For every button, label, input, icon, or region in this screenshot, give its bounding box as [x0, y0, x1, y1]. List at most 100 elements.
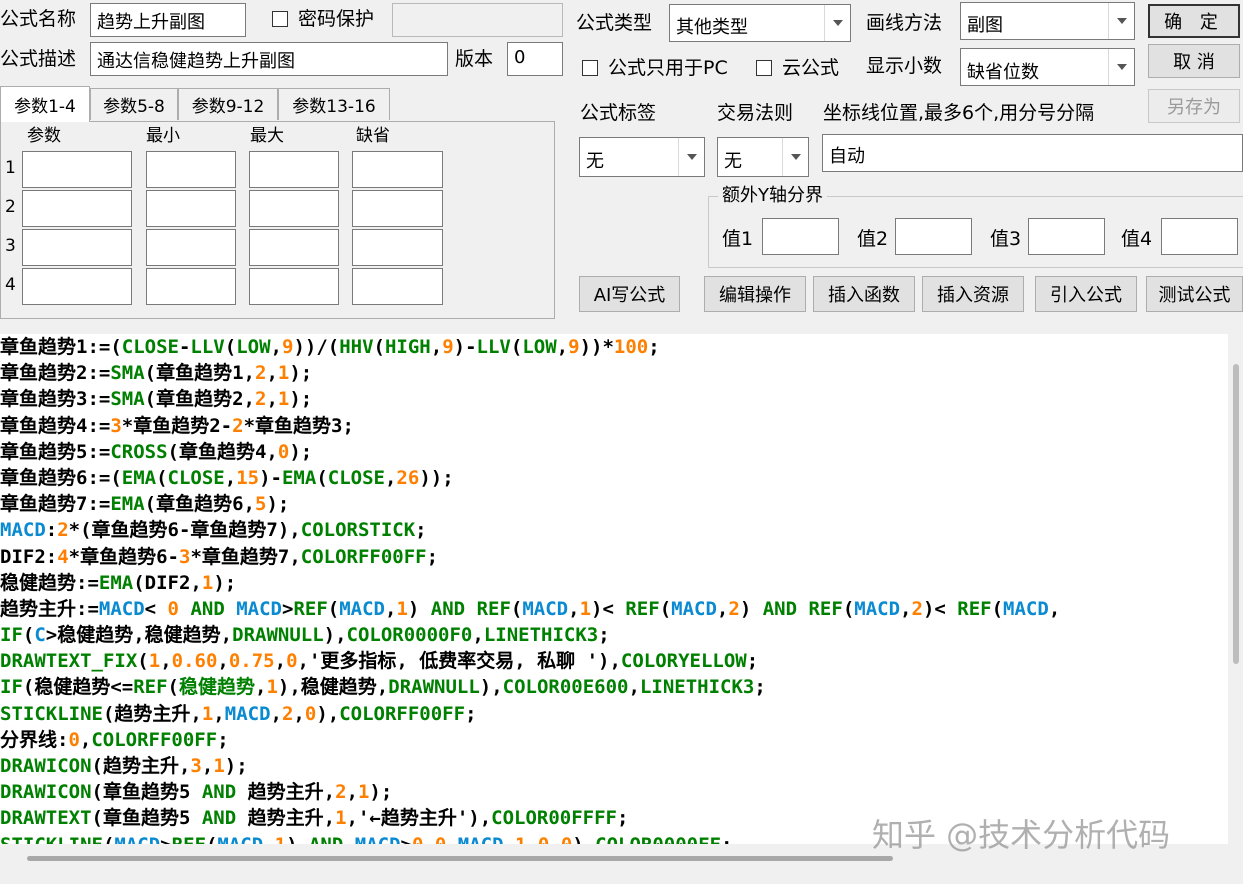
formula-type-select[interactable]: 其他类型	[669, 4, 851, 42]
cancel-button[interactable]: 取 消	[1148, 44, 1240, 78]
code-line[interactable]: 章鱼趋势4:=3*章鱼趋势2-2*章鱼趋势3;	[0, 413, 1228, 439]
ai-formula-button[interactable]: AI写公式	[579, 276, 680, 312]
code-line[interactable]: DRAWICON(趋势主升,3,1);	[0, 753, 1228, 779]
y-value-3-input[interactable]	[1028, 218, 1105, 255]
code-token: 章鱼趋势4:=	[0, 414, 111, 437]
y-value-2-input[interactable]	[895, 218, 972, 255]
code-token: 章鱼趋势1:=(	[0, 336, 122, 358]
code-token: 稳健趋势:=	[0, 571, 99, 594]
param-min-input[interactable]	[146, 151, 236, 188]
code-token: LOW	[236, 336, 271, 358]
pc-only-label: 公式只用于PC	[608, 57, 728, 79]
password-input[interactable]	[392, 3, 563, 37]
code-token: 1	[357, 781, 370, 804]
horizontal-scrollbar-thumb[interactable]	[27, 856, 893, 861]
code-token: ,	[201, 755, 214, 777]
code-line[interactable]: MACD:2*(章鱼趋势6-章鱼趋势7),COLORSTICK;	[0, 517, 1228, 543]
ok-button[interactable]: 确 定	[1148, 4, 1240, 38]
code-line[interactable]: 章鱼趋势3:=SMA(章鱼趋势2,2,1);	[0, 386, 1228, 412]
decimal-select[interactable]: 缺省位数	[960, 48, 1135, 86]
param-name-input[interactable]	[22, 268, 132, 305]
vertical-scrollbar-thumb[interactable]	[1233, 364, 1239, 664]
extra-y-axis-title: 额外Y轴分界	[718, 187, 827, 205]
code-token: ,	[274, 650, 287, 673]
code-token: 3	[110, 414, 122, 437]
code-line[interactable]: IF(稳健趋势<=REF(稳健趋势,1),稳健趋势,DRAWNULL),COLO…	[0, 674, 1228, 700]
code-token: 2	[281, 702, 294, 725]
code-line[interactable]: 章鱼趋势7:=EMA(章鱼趋势6,5);	[0, 491, 1228, 517]
code-line[interactable]: 分界线:0,COLORFF00FF;	[0, 727, 1228, 753]
param-name-input[interactable]	[22, 190, 132, 227]
code-token: ,	[423, 834, 434, 844]
code-token: DRAWICON	[0, 781, 92, 804]
param-max-input[interactable]	[249, 190, 339, 227]
tab-params-13-16[interactable]: 参数13-16	[278, 88, 390, 120]
param-max-input[interactable]	[249, 151, 339, 188]
code-token: 0	[277, 440, 290, 463]
test-formula-button[interactable]: 测试公式	[1146, 276, 1243, 312]
param-max-input[interactable]	[249, 229, 339, 266]
code-token: (稳健趋势<=	[22, 676, 134, 699]
code-token: 趋势主升,	[236, 781, 336, 804]
draw-method-select[interactable]: 副图	[960, 2, 1135, 40]
code-token: 章鱼趋势3:=	[0, 388, 111, 411]
code-line[interactable]: DRAWICON(章鱼趋势5 AND 趋势主升,2,1);	[0, 779, 1228, 805]
code-token: MACD	[114, 834, 160, 844]
code-token: HIGH	[384, 336, 431, 358]
tab-params-9-12[interactable]: 参数9-12	[178, 88, 278, 120]
code-token: MACD	[98, 597, 145, 620]
trade-rule-select[interactable]: 无	[717, 137, 809, 177]
code-line[interactable]: 章鱼趋势1:=(CLOSE-LLV(LOW,9))/(HHV(HIGH,9)-L…	[0, 334, 1228, 360]
version-input[interactable]: 0	[507, 42, 563, 76]
code-line[interactable]: STICKLINE(趋势主升,1,MACD,2,0),COLORFF00FF;	[0, 701, 1228, 727]
tab-params-1-4[interactable]: 参数1-4	[0, 86, 90, 122]
save-as-button[interactable]: 另存为	[1148, 89, 1240, 123]
code-line[interactable]: 章鱼趋势5:=CROSS(章鱼趋势4,0);	[0, 439, 1228, 465]
param-min-input[interactable]	[146, 268, 236, 305]
edit-ops-button[interactable]: 编辑操作	[704, 276, 806, 312]
param-default-input[interactable]	[352, 268, 443, 305]
code-line[interactable]: DIF2:4*章鱼趋势6-3*章鱼趋势7,COLORFF00FF;	[0, 544, 1228, 570]
code-token: 1	[266, 676, 278, 699]
code-line[interactable]: 章鱼趋势6:=(EMA(CLOSE,15)-EMA(CLOSE,26));	[0, 465, 1228, 491]
vertical-scrollbar[interactable]	[1229, 334, 1243, 844]
code-token: )	[286, 834, 309, 844]
coord-lines-input[interactable]: 自动	[822, 134, 1243, 172]
formula-desc-input[interactable]: 通达信稳健趋势上升副图	[90, 42, 448, 76]
code-token: (	[316, 466, 328, 489]
formula-tag-select[interactable]: 无	[579, 137, 705, 177]
password-checkbox[interactable]	[272, 11, 288, 27]
param-name-input[interactable]	[22, 229, 132, 266]
code-token: MACD	[458, 834, 504, 844]
param-min-input[interactable]	[146, 190, 236, 227]
param-default-input[interactable]	[352, 190, 443, 227]
param-min-input[interactable]	[146, 229, 236, 266]
param-max-input[interactable]	[249, 268, 339, 305]
code-token: (	[659, 597, 672, 620]
code-token: ));	[419, 466, 454, 489]
code-token: DIF2:	[0, 545, 58, 568]
insert-function-button[interactable]: 插入函数	[813, 276, 915, 312]
code-line[interactable]: DRAWTEXT_FIX(1,0.60,0.75,0,'更多指标, 低费率交易,…	[0, 648, 1228, 674]
pc-only-checkbox[interactable]	[582, 60, 598, 76]
y-value-1-label: 值1	[722, 228, 754, 250]
code-token: ,	[472, 624, 484, 647]
insert-resource-button[interactable]: 插入资源	[922, 276, 1024, 312]
y-value-1-input[interactable]	[762, 218, 839, 255]
param-default-input[interactable]	[352, 229, 443, 266]
code-line[interactable]: IF(C>稳健趋势,稳健趋势,DRAWNULL),COLOR0000F0,LIN…	[0, 622, 1228, 648]
param-default-input[interactable]	[352, 151, 443, 188]
tab-params-5-8[interactable]: 参数5-8	[90, 88, 178, 120]
code-line[interactable]: 稳健趋势:=EMA(DIF2,1);	[0, 570, 1228, 596]
formula-code-editor[interactable]: 章鱼趋势1:=(CLOSE-LLV(LOW,9))/(HHV(HIGH,9)-L…	[0, 334, 1228, 844]
formula-name-input[interactable]: 趋势上升副图	[90, 3, 246, 37]
code-line[interactable]: 趋势主升:=MACD< 0 AND MACD>REF(MACD,1) AND R…	[0, 596, 1228, 622]
param-name-input[interactable]	[22, 151, 132, 188]
code-token: 章鱼趋势7:=	[0, 493, 111, 516]
y-value-4-input[interactable]	[1161, 218, 1238, 255]
code-line[interactable]: 章鱼趋势2:=SMA(章鱼趋势1,2,1);	[0, 360, 1228, 386]
code-token: (章鱼趋势5	[91, 781, 202, 804]
cloud-checkbox[interactable]	[756, 60, 772, 76]
import-formula-button[interactable]: 引入公式	[1035, 276, 1137, 312]
